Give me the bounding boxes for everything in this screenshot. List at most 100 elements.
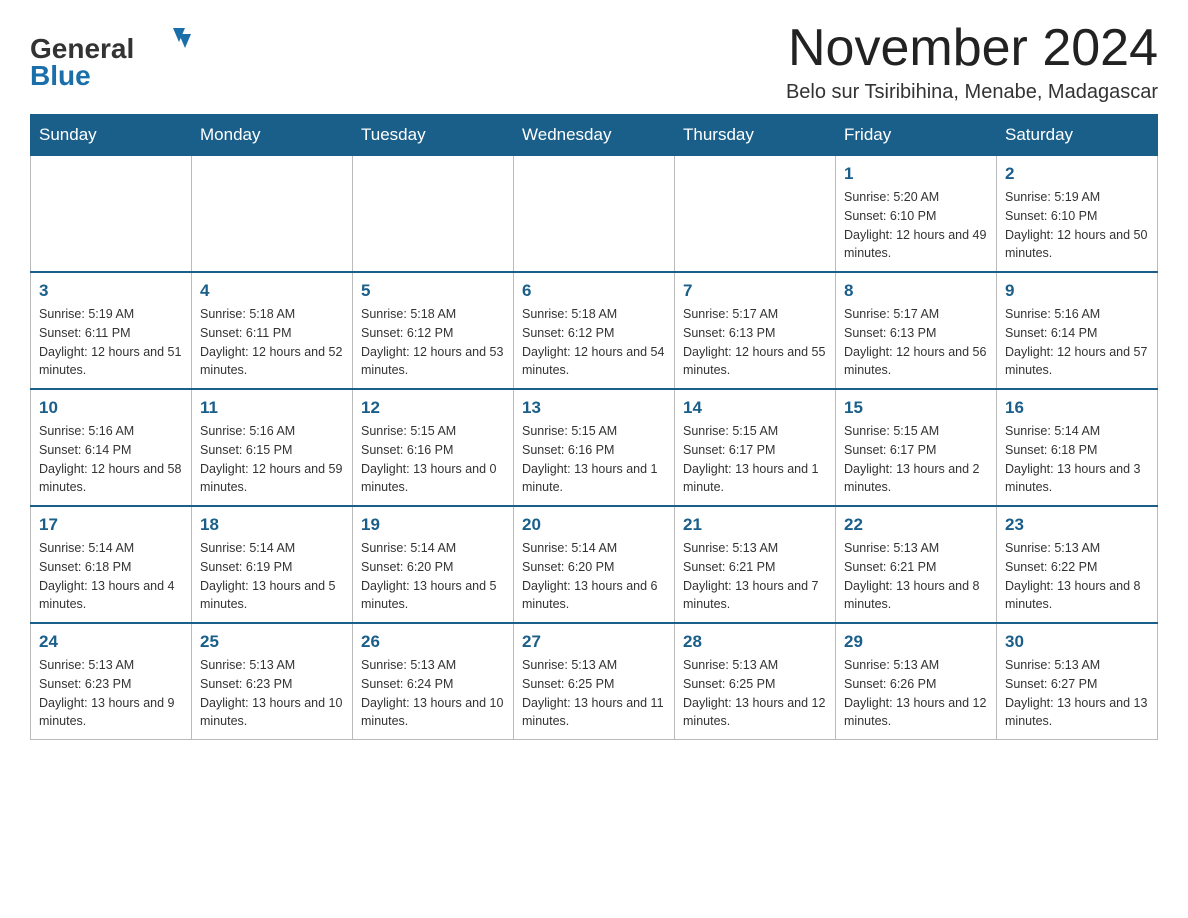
day-number: 29 <box>844 632 988 652</box>
day-info: Sunrise: 5:15 AMSunset: 6:17 PMDaylight:… <box>683 422 827 497</box>
day-info: Sunrise: 5:15 AMSunset: 6:16 PMDaylight:… <box>522 422 666 497</box>
calendar-cell: 17 Sunrise: 5:14 AMSunset: 6:18 PMDayligh… <box>31 506 192 623</box>
day-info: Sunrise: 5:19 AMSunset: 6:11 PMDaylight:… <box>39 305 183 380</box>
day-info: Sunrise: 5:16 AMSunset: 6:14 PMDaylight:… <box>1005 305 1149 380</box>
calendar-cell: 14 Sunrise: 5:15 AMSunset: 6:17 PMDayligh… <box>675 389 836 506</box>
calendar-day-header: Wednesday <box>514 115 675 156</box>
calendar-cell: 2 Sunrise: 5:19 AMSunset: 6:10 PMDaylight… <box>997 156 1158 273</box>
day-number: 8 <box>844 281 988 301</box>
day-number: 13 <box>522 398 666 418</box>
calendar-cell: 1Sunrise: 5:20 AMSunset: 6:10 PMDaylight… <box>836 156 997 273</box>
calendar-cell: 3 Sunrise: 5:19 AMSunset: 6:11 PMDaylight… <box>31 272 192 389</box>
day-number: 26 <box>361 632 505 652</box>
day-number: 14 <box>683 398 827 418</box>
calendar-cell: 22 Sunrise: 5:13 AMSunset: 6:21 PMDayligh… <box>836 506 997 623</box>
calendar-cell: 16 Sunrise: 5:14 AMSunset: 6:18 PMDayligh… <box>997 389 1158 506</box>
day-number: 17 <box>39 515 183 535</box>
day-info: Sunrise: 5:13 AMSunset: 6:21 PMDaylight:… <box>844 539 988 614</box>
day-info: Sunrise: 5:13 AMSunset: 6:25 PMDaylight:… <box>683 656 827 731</box>
day-number: 3 <box>39 281 183 301</box>
day-info: Sunrise: 5:13 AMSunset: 6:22 PMDaylight:… <box>1005 539 1149 614</box>
calendar-week-row: 17 Sunrise: 5:14 AMSunset: 6:18 PMDayligh… <box>31 506 1158 623</box>
calendar-day-header: Saturday <box>997 115 1158 156</box>
day-number: 9 <box>1005 281 1149 301</box>
calendar-cell: 9 Sunrise: 5:16 AMSunset: 6:14 PMDaylight… <box>997 272 1158 389</box>
calendar-week-row: 10 Sunrise: 5:16 AMSunset: 6:14 PMDayligh… <box>31 389 1158 506</box>
calendar-cell <box>514 156 675 273</box>
calendar-day-header: Friday <box>836 115 997 156</box>
day-number: 21 <box>683 515 827 535</box>
day-info: Sunrise: 5:13 AMSunset: 6:21 PMDaylight:… <box>683 539 827 614</box>
day-info: Sunrise: 5:14 AMSunset: 6:19 PMDaylight:… <box>200 539 344 614</box>
day-number: 22 <box>844 515 988 535</box>
subtitle: Belo sur Tsiribihina, Menabe, Madagascar <box>786 81 1158 104</box>
calendar-cell: 25 Sunrise: 5:13 AMSunset: 6:23 PMDayligh… <box>192 623 353 740</box>
day-number: 2 <box>1005 164 1149 184</box>
day-info: Sunrise: 5:18 AMSunset: 6:11 PMDaylight:… <box>200 305 344 380</box>
day-info: Sunrise: 5:16 AMSunset: 6:14 PMDaylight:… <box>39 422 183 497</box>
day-info: Sunrise: 5:13 AMSunset: 6:27 PMDaylight:… <box>1005 656 1149 731</box>
day-info: Sunrise: 5:14 AMSunset: 6:20 PMDaylight:… <box>522 539 666 614</box>
calendar-cell: 11 Sunrise: 5:16 AMSunset: 6:15 PMDayligh… <box>192 389 353 506</box>
day-number: 20 <box>522 515 666 535</box>
calendar-cell: 24Sunrise: 5:13 AMSunset: 6:23 PMDayligh… <box>31 623 192 740</box>
calendar-cell <box>675 156 836 273</box>
page-title: November 2024 <box>786 20 1158 77</box>
calendar-cell: 6Sunrise: 5:18 AMSunset: 6:12 PMDaylight… <box>514 272 675 389</box>
day-number: 5 <box>361 281 505 301</box>
calendar-cell: 18 Sunrise: 5:14 AMSunset: 6:19 PMDayligh… <box>192 506 353 623</box>
calendar-week-row: 1Sunrise: 5:20 AMSunset: 6:10 PMDaylight… <box>31 156 1158 273</box>
calendar-cell: 8 Sunrise: 5:17 AMSunset: 6:13 PMDaylight… <box>836 272 997 389</box>
day-info: Sunrise: 5:16 AMSunset: 6:15 PMDaylight:… <box>200 422 344 497</box>
calendar-cell: 10 Sunrise: 5:16 AMSunset: 6:14 PMDayligh… <box>31 389 192 506</box>
calendar-cell: 20 Sunrise: 5:14 AMSunset: 6:20 PMDayligh… <box>514 506 675 623</box>
day-info: Sunrise: 5:15 AMSunset: 6:16 PMDaylight:… <box>361 422 505 497</box>
calendar-cell: 5 Sunrise: 5:18 AMSunset: 6:12 PMDaylight… <box>353 272 514 389</box>
day-info: Sunrise: 5:13 AMSunset: 6:24 PMDaylight:… <box>361 656 505 731</box>
calendar-cell: 12Sunrise: 5:15 AMSunset: 6:16 PMDayligh… <box>353 389 514 506</box>
calendar-cell: 19Sunrise: 5:14 AMSunset: 6:20 PMDayligh… <box>353 506 514 623</box>
day-number: 10 <box>39 398 183 418</box>
day-info: Sunrise: 5:14 AMSunset: 6:18 PMDaylight:… <box>1005 422 1149 497</box>
calendar-day-header: Thursday <box>675 115 836 156</box>
calendar-week-row: 24Sunrise: 5:13 AMSunset: 6:23 PMDayligh… <box>31 623 1158 740</box>
calendar-cell <box>192 156 353 273</box>
day-info: Sunrise: 5:17 AMSunset: 6:13 PMDaylight:… <box>844 305 988 380</box>
day-info: Sunrise: 5:15 AMSunset: 6:17 PMDaylight:… <box>844 422 988 497</box>
calendar-day-header: Monday <box>192 115 353 156</box>
day-info: Sunrise: 5:13 AMSunset: 6:26 PMDaylight:… <box>844 656 988 731</box>
day-info: Sunrise: 5:13 AMSunset: 6:23 PMDaylight:… <box>200 656 344 731</box>
calendar-cell: 29 Sunrise: 5:13 AMSunset: 6:26 PMDayligh… <box>836 623 997 740</box>
day-info: Sunrise: 5:20 AMSunset: 6:10 PMDaylight:… <box>844 188 988 263</box>
day-info: Sunrise: 5:18 AMSunset: 6:12 PMDaylight:… <box>522 305 666 380</box>
day-number: 16 <box>1005 398 1149 418</box>
day-info: Sunrise: 5:17 AMSunset: 6:13 PMDaylight:… <box>683 305 827 380</box>
day-number: 28 <box>683 632 827 652</box>
calendar-cell <box>31 156 192 273</box>
calendar-cell <box>353 156 514 273</box>
day-number: 30 <box>1005 632 1149 652</box>
day-info: Sunrise: 5:18 AMSunset: 6:12 PMDaylight:… <box>361 305 505 380</box>
calendar-cell: 27Sunrise: 5:13 AMSunset: 6:25 PMDayligh… <box>514 623 675 740</box>
day-info: Sunrise: 5:19 AMSunset: 6:10 PMDaylight:… <box>1005 188 1149 263</box>
day-number: 25 <box>200 632 344 652</box>
day-info: Sunrise: 5:13 AMSunset: 6:23 PMDaylight:… <box>39 656 183 731</box>
header: General Blue November 2024 Belo sur Tsir… <box>30 20 1158 104</box>
day-number: 27 <box>522 632 666 652</box>
title-block: November 2024 Belo sur Tsiribihina, Mena… <box>786 20 1158 104</box>
calendar-day-header: Sunday <box>31 115 192 156</box>
day-info: Sunrise: 5:14 AMSunset: 6:18 PMDaylight:… <box>39 539 183 614</box>
day-number: 18 <box>200 515 344 535</box>
calendar-table: SundayMondayTuesdayWednesdayThursdayFrid… <box>30 114 1158 740</box>
calendar-week-row: 3 Sunrise: 5:19 AMSunset: 6:11 PMDaylight… <box>31 272 1158 389</box>
calendar-cell: 26 Sunrise: 5:13 AMSunset: 6:24 PMDayligh… <box>353 623 514 740</box>
day-number: 7 <box>683 281 827 301</box>
day-number: 11 <box>200 398 344 418</box>
day-number: 15 <box>844 398 988 418</box>
logo: General Blue <box>30 20 200 90</box>
logo-svg: General Blue <box>30 20 200 90</box>
day-number: 23 <box>1005 515 1149 535</box>
calendar-cell: 30 Sunrise: 5:13 AMSunset: 6:27 PMDayligh… <box>997 623 1158 740</box>
svg-text:Blue: Blue <box>30 60 91 90</box>
calendar-header-row: SundayMondayTuesdayWednesdayThursdayFrid… <box>31 115 1158 156</box>
